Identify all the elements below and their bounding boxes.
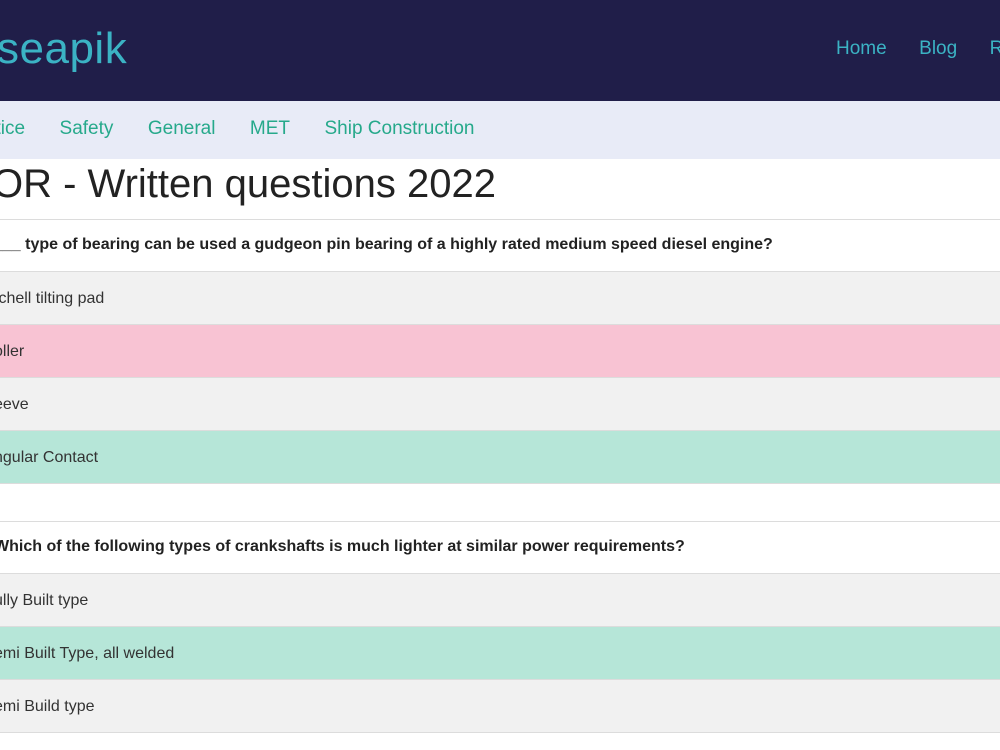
nav-home-link[interactable]: Home	[836, 38, 887, 59]
answer-label: ngular Contact	[0, 449, 99, 466]
question-card: Which of the following types of cranksha…	[0, 521, 1000, 733]
question-text: ___ type of bearing can be used a gudgeo…	[0, 236, 773, 253]
answer-option-correct[interactable]: ngular Contact	[0, 431, 1000, 484]
answer-option[interactable]: ully Built type	[0, 574, 1000, 627]
question-spacer	[0, 484, 1000, 519]
answer-option[interactable]: emi Build type	[0, 680, 1000, 733]
question-header: ___ type of bearing can be used a gudgeo…	[0, 219, 1000, 272]
question-text: Which of the following types of cranksha…	[0, 538, 685, 555]
answer-label: tchell tilting pad	[0, 290, 105, 307]
answer-label: eeve	[0, 396, 29, 413]
main-nav: Home Blog Re	[836, 38, 1000, 60]
category-general-link[interactable]: General	[148, 118, 216, 139]
answer-label: ully Built type	[0, 592, 89, 609]
answer-option[interactable]: eeve	[0, 378, 1000, 431]
category-ship-construction-link[interactable]: Ship Construction	[324, 118, 474, 139]
category-practice-link[interactable]: ctice	[0, 118, 25, 139]
answer-label: emi Build type	[0, 698, 95, 715]
top-navbar: seapik Home Blog Re	[0, 0, 1000, 101]
answer-label: oller	[0, 343, 25, 360]
answer-option-correct[interactable]: emi Built Type, all welded	[0, 627, 1000, 680]
question-card: ___ type of bearing can be used a gudgeo…	[0, 219, 1000, 519]
category-met-link[interactable]: MET	[250, 118, 290, 139]
nav-truncated-link[interactable]: Re	[990, 38, 1000, 59]
answer-option-incorrect[interactable]: oller	[0, 325, 1000, 378]
category-safety-link[interactable]: Safety	[60, 118, 114, 139]
nav-blog-link[interactable]: Blog	[919, 38, 957, 59]
question-header: Which of the following types of cranksha…	[0, 521, 1000, 574]
category-nav: ctice Safety General MET Ship Constructi…	[0, 101, 1000, 159]
answer-label: emi Built Type, all welded	[0, 645, 175, 662]
site-logo[interactable]: seapik	[0, 24, 127, 74]
page-title: OR - Written questions 2022	[0, 162, 496, 206]
answer-option[interactable]: tchell tilting pad	[0, 272, 1000, 325]
